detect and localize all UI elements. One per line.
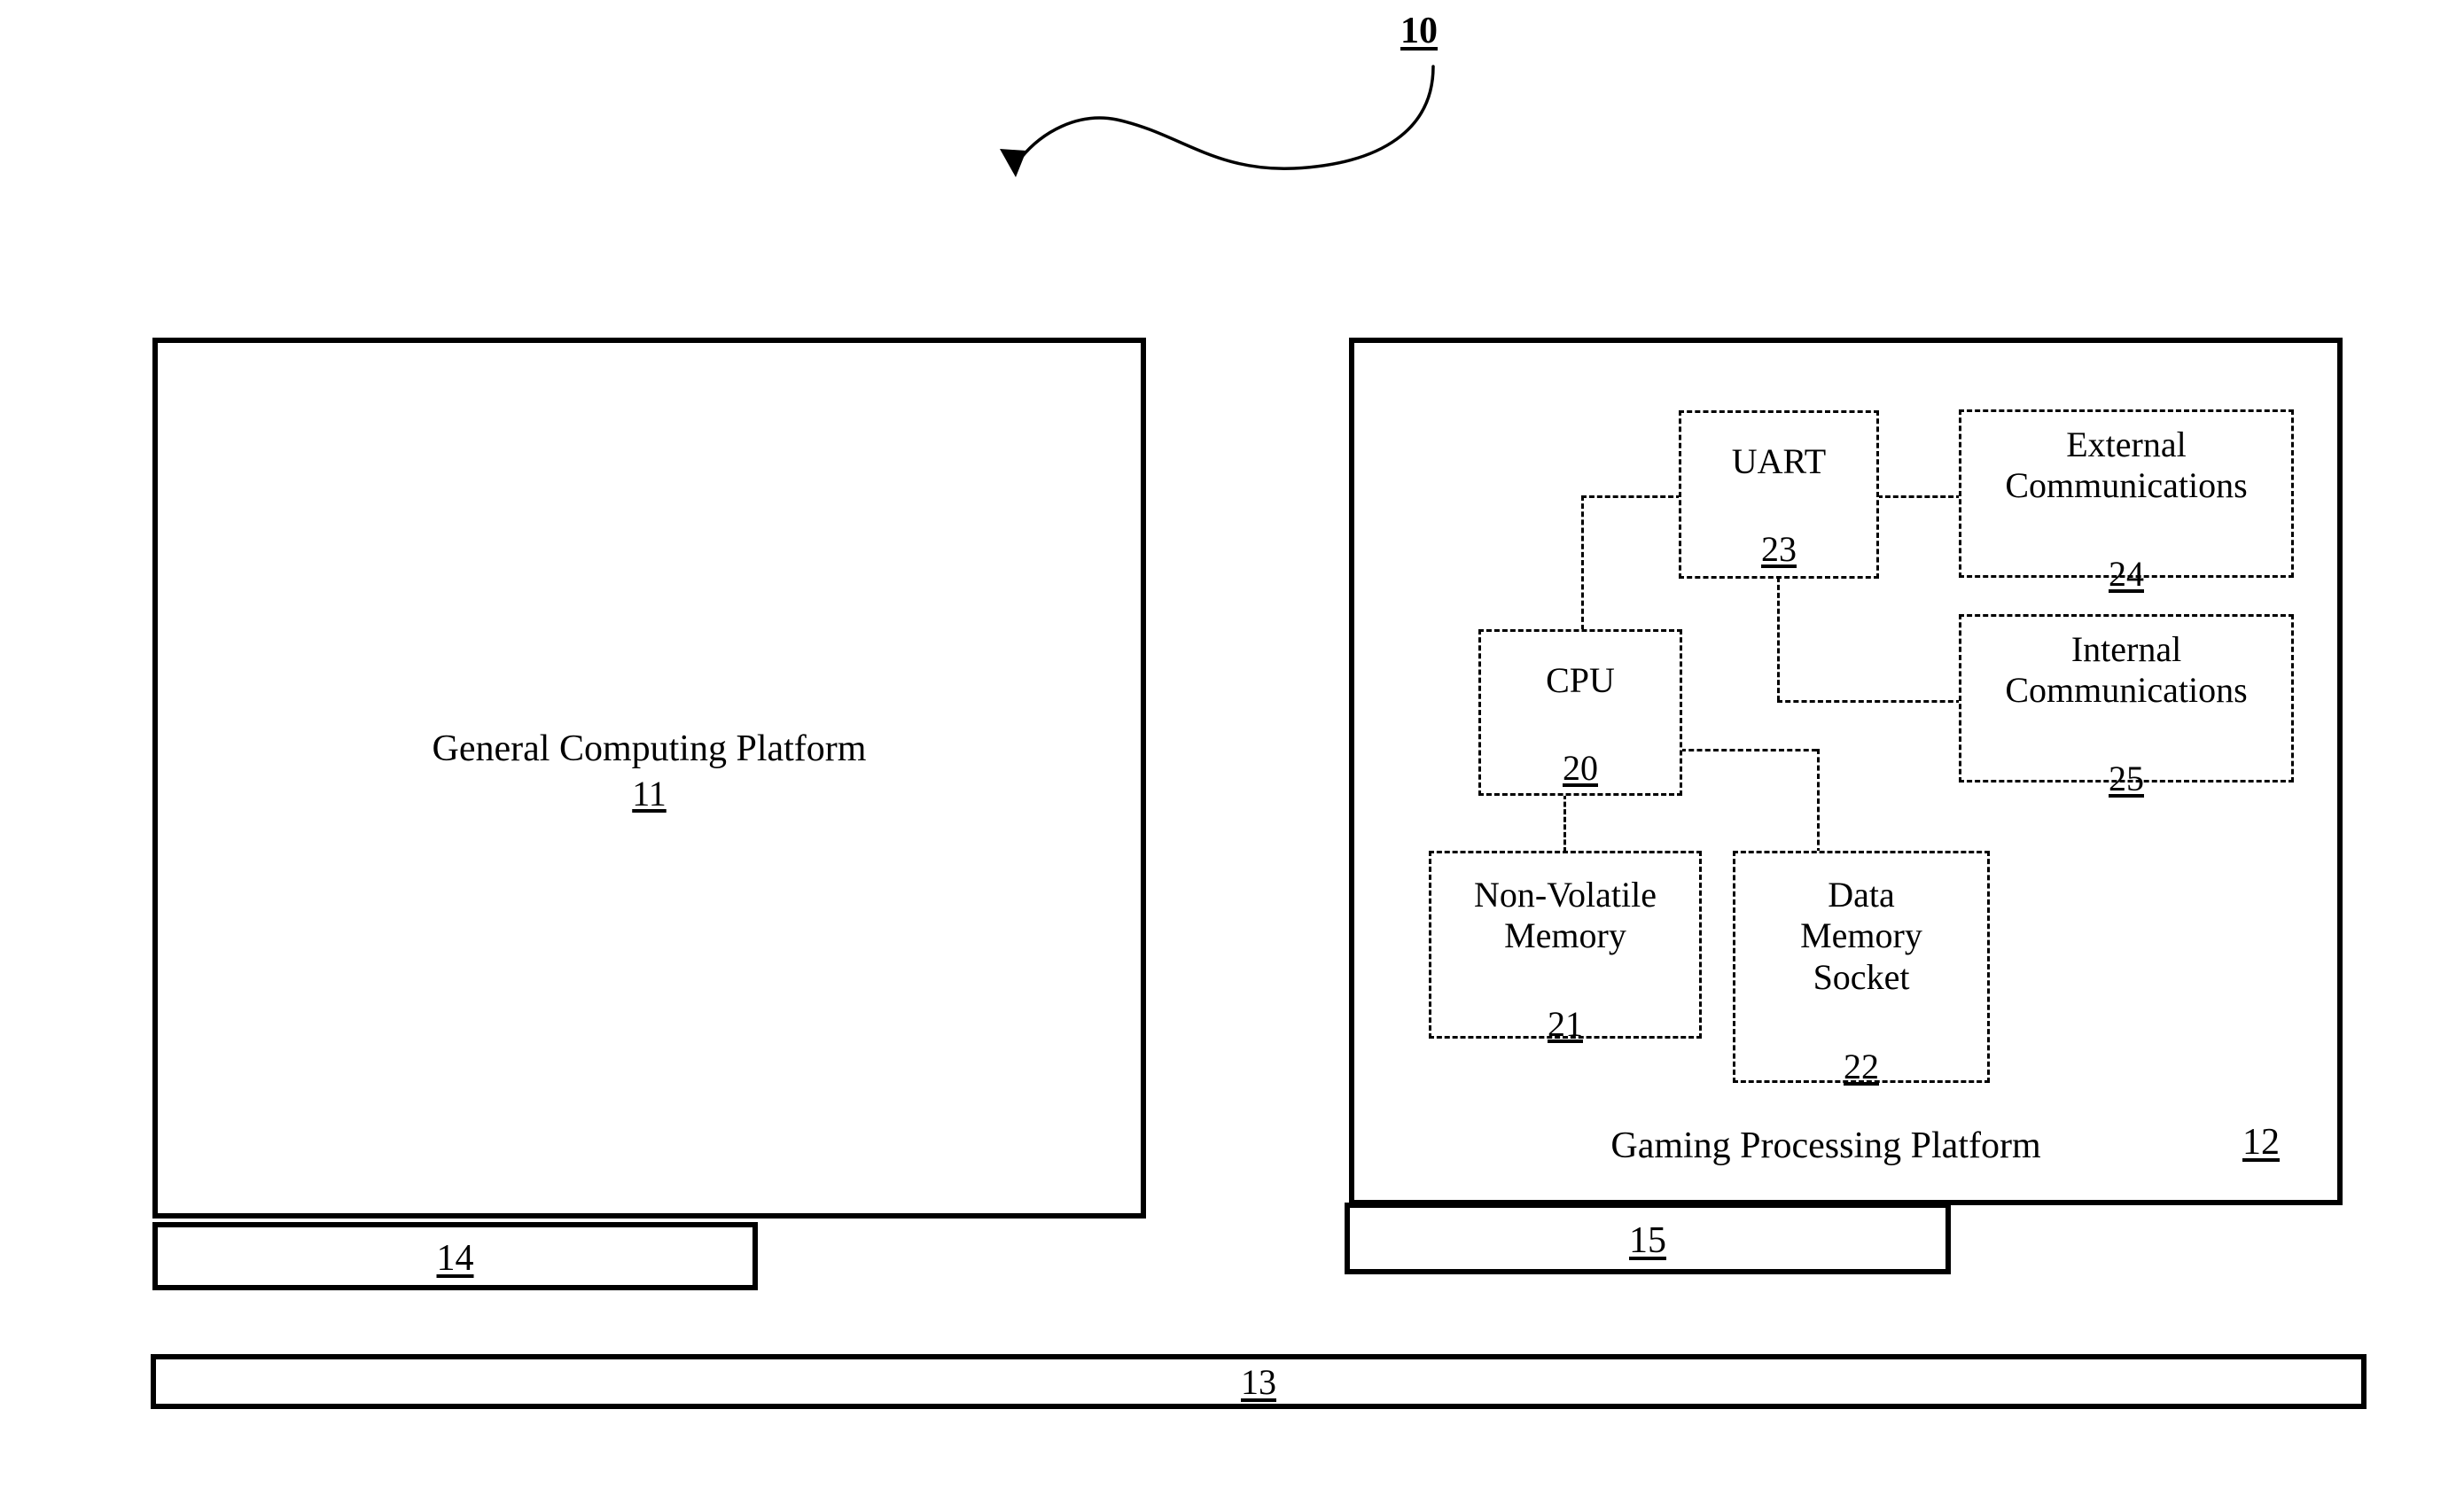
figure-reference-number: 10: [1400, 11, 1438, 51]
component-non-volatile-memory-label: Non-Volatile Memory: [1474, 875, 1657, 956]
component-external-communications-box: External Communications 24: [1959, 409, 2294, 594]
component-uart-label: UART: [1731, 441, 1827, 481]
interconnect-bus-ref: 13: [1241, 1362, 1276, 1402]
gaming-processing-platform-ref: 12: [2242, 1122, 2280, 1163]
general-computing-platform-label: General Computing Platform 11: [152, 727, 1146, 815]
gaming-platform-port-box: 15: [1345, 1203, 1951, 1274]
connector-cpu-to-uart-vertical: [1581, 495, 1584, 630]
gaming-platform-port-ref: 15: [1629, 1220, 1666, 1261]
component-external-communications-ref: 24: [2109, 554, 2144, 595]
component-cpu-ref: 20: [1563, 748, 1598, 789]
gaming-processing-platform-title: Gaming Processing Platform: [1610, 1125, 2041, 1166]
component-data-memory-socket-ref: 22: [1844, 1047, 1879, 1087]
component-cpu-box: CPU 20: [1478, 629, 1682, 796]
component-cpu-label: CPU: [1546, 660, 1615, 700]
component-non-volatile-memory-box: Non-Volatile Memory 21: [1429, 851, 1702, 1044]
general-computing-platform-title: General Computing Platform: [432, 728, 867, 769]
component-uart-box: UART 23: [1679, 410, 1879, 579]
component-internal-communications-ref: 25: [2109, 759, 2144, 799]
component-uart-ref: 23: [1761, 529, 1797, 570]
component-non-volatile-memory-ref: 21: [1548, 1004, 1583, 1045]
component-internal-communications-label: Internal Communications: [2005, 629, 2248, 711]
connector-uart-to-internal-communications-horizontal: [1777, 700, 1961, 703]
patent-figure-canvas: 10 General Computing Platform 11 14 UART…: [0, 0, 2464, 1495]
component-data-memory-socket-box: Data Memory Socket 22: [1733, 851, 1990, 1086]
connector-uart-to-external-communications: [1877, 495, 1961, 498]
component-data-memory-socket-label: Data Memory Socket: [1800, 875, 1922, 997]
general-platform-port-box: 14: [152, 1222, 758, 1290]
general-platform-port-ref: 14: [436, 1238, 474, 1279]
connector-cpu-to-data-memory-socket-horizontal: [1680, 749, 1817, 751]
connector-cpu-to-data-memory-socket-vertical: [1817, 749, 1820, 853]
interconnect-bus-box: 13: [151, 1354, 2367, 1409]
component-internal-communications-box: Internal Communications 25: [1959, 614, 2294, 798]
general-computing-platform-ref: 11: [632, 774, 667, 814]
component-external-communications-label: External Communications: [2005, 424, 2248, 506]
connector-cpu-to-uart-horizontal: [1581, 495, 1681, 498]
